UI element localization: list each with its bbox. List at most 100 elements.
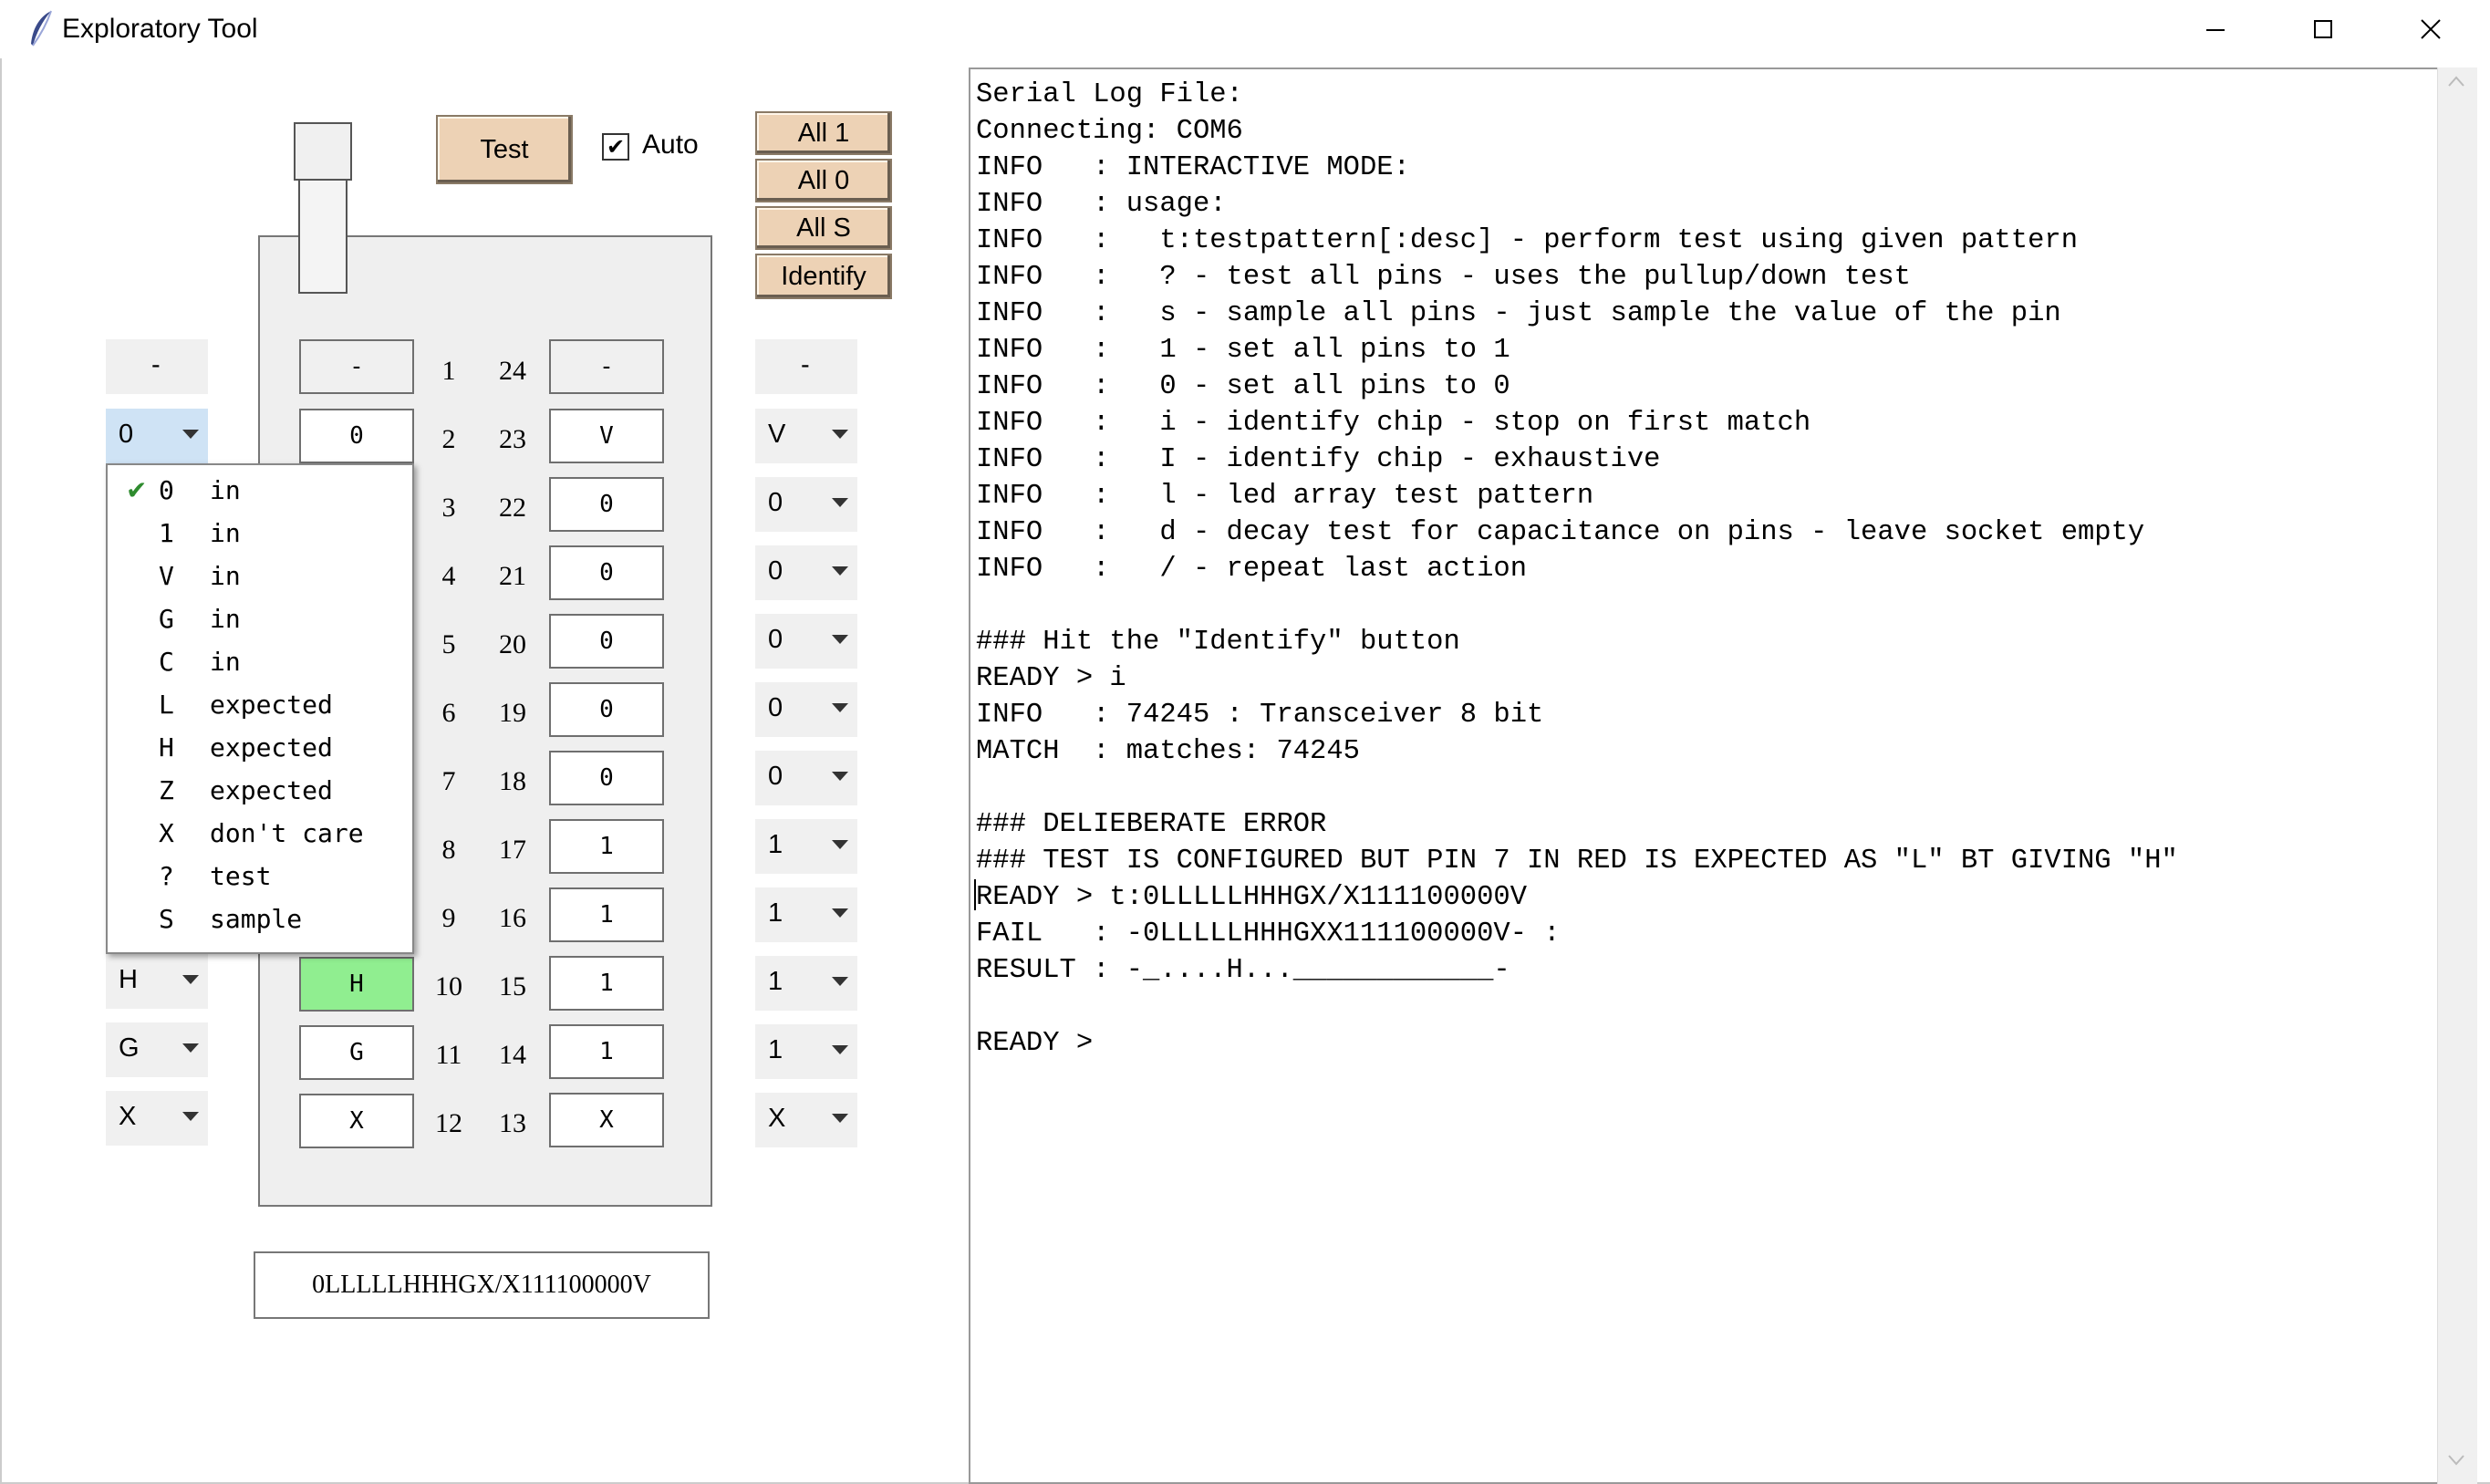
pin-number: 1 (441, 356, 456, 386)
serial-log-content: Serial Log File: Connecting: COM6 INFO :… (976, 79, 2178, 1059)
pin-number: 4 (441, 561, 456, 591)
all-1-button[interactable]: All 1 (755, 111, 892, 155)
menu-item-sample[interactable]: Ssample (108, 898, 412, 941)
pin-number: 10 (435, 971, 462, 1001)
all-0-button[interactable]: All 0 (755, 159, 892, 202)
chevron-down-icon (832, 566, 848, 576)
pin-number: 8 (441, 835, 456, 865)
pin-16-value: 1 (549, 887, 664, 942)
selected-value: X (768, 1104, 786, 1133)
pin-12-mode-select[interactable]: X (106, 1091, 208, 1146)
chevron-down-icon (832, 977, 848, 986)
menu-item-z-expected[interactable]: Zexpected (108, 770, 412, 813)
pin-12-value: X (299, 1094, 414, 1148)
minimize-button[interactable] (2162, 0, 2269, 58)
menu-item-h-expected[interactable]: Hexpected (108, 727, 412, 770)
chevron-down-icon (832, 1114, 848, 1123)
selected-value: G (119, 1033, 140, 1063)
maximize-icon (2314, 20, 2332, 38)
pin-13-value: X (549, 1093, 664, 1147)
pin-number: 15 (499, 971, 526, 1001)
pin-number: 12 (435, 1108, 462, 1138)
feather-icon (31, 10, 52, 47)
chevron-down-icon (182, 430, 199, 439)
selected-value: - (151, 350, 161, 379)
pin-23-mode-select[interactable]: V (755, 409, 857, 463)
selected-value: 1 (768, 898, 783, 928)
pin-21-mode-select[interactable]: 0 (755, 545, 857, 600)
pin-16-mode-select[interactable]: 1 (755, 887, 857, 942)
pin-17-value: 1 (549, 819, 664, 874)
chevron-down-icon (832, 772, 848, 781)
chevron-down-icon (832, 1045, 848, 1054)
pin-number: 19 (499, 698, 526, 728)
log-scrollbar[interactable] (2437, 67, 2477, 1484)
pin-number: 14 (499, 1040, 526, 1070)
pin-1-value: - (299, 339, 414, 394)
menu-item-c-in[interactable]: Cin (108, 641, 412, 684)
auto-checkbox[interactable]: ✔ (602, 133, 629, 161)
selected-value: 0 (119, 420, 134, 449)
pin-23-value: V (549, 409, 664, 463)
pin-1-mode-select[interactable]: - (106, 339, 208, 394)
scroll-up-icon[interactable] (2447, 75, 2465, 88)
menu-item-g-in[interactable]: Gin (108, 598, 412, 641)
pin-18-mode-select[interactable]: 0 (755, 751, 857, 805)
close-button[interactable] (2377, 0, 2485, 58)
scroll-down-icon[interactable] (2447, 1454, 2465, 1467)
pin-10-value: H (299, 957, 414, 1012)
pin-17-mode-select[interactable]: 1 (755, 819, 857, 874)
window-title: Exploratory Tool (62, 14, 258, 44)
pin-13-mode-select[interactable]: X (755, 1093, 857, 1147)
pin-number: 3 (441, 493, 456, 523)
menu-item-v-in[interactable]: Vin (108, 555, 412, 598)
pin-24-mode-select[interactable]: - (755, 339, 857, 394)
selected-value: 1 (768, 830, 783, 859)
pin-number: 17 (499, 835, 526, 865)
test-button[interactable]: Test (436, 115, 573, 184)
pin-14-mode-select[interactable]: 1 (755, 1024, 857, 1079)
selected-value: 0 (768, 762, 783, 791)
pin-mode-popup-menu: ✔ 0 in 1 in Vin Gin Cin Lexpected Hexpected… (106, 463, 414, 954)
pin-11-value: G (299, 1025, 414, 1080)
pin-number: 7 (441, 766, 456, 796)
pin-19-value: 0 (549, 682, 664, 737)
all-s-button[interactable]: All S (755, 206, 892, 250)
menu-item-test[interactable]: ? test (108, 856, 412, 898)
selected-value: 0 (768, 556, 783, 586)
identify-button[interactable]: Identify (755, 254, 892, 299)
pin-11-mode-select[interactable]: G (106, 1022, 208, 1077)
pin-15-mode-select[interactable]: 1 (755, 956, 857, 1011)
selected-value: X (119, 1102, 137, 1131)
pin-number: 23 (499, 424, 526, 454)
socket-lever (298, 179, 348, 294)
menu-item-l-expected[interactable]: Lexpected (108, 684, 412, 727)
test-pattern-field[interactable]: 0LLLLLHHHGX/X111100000V (254, 1251, 710, 1319)
pin-number: 2 (441, 424, 456, 454)
chevron-down-icon (832, 635, 848, 644)
pin-2-value: 0 (299, 409, 414, 463)
chevron-down-icon (182, 1112, 199, 1121)
minimize-icon (2206, 29, 2225, 31)
maximize-button[interactable] (2269, 0, 2377, 58)
pin-20-mode-select[interactable]: 0 (755, 614, 857, 669)
pin-number: 9 (441, 903, 456, 933)
auto-label: Auto (642, 130, 699, 160)
menu-item-0-in[interactable]: ✔ 0 in (108, 470, 412, 513)
selected-value: 1 (768, 1035, 783, 1064)
pin-number: 18 (499, 766, 526, 796)
chevron-down-icon (832, 840, 848, 849)
selected-value: V (768, 420, 786, 449)
pin-22-mode-select[interactable]: 0 (755, 477, 857, 532)
menu-item-1-in[interactable]: 1 in (108, 513, 412, 555)
chevron-down-icon (182, 975, 199, 984)
checkmark-icon: ✔ (126, 475, 148, 505)
serial-log-text[interactable]: Serial Log File: Connecting: COM6 INFO :… (969, 67, 2452, 1484)
pin-number: 6 (441, 698, 456, 728)
pin-10-mode-select[interactable]: H (106, 954, 208, 1009)
pin-18-value: 0 (549, 751, 664, 805)
menu-item-x-dont-care[interactable]: Xdon't care (108, 813, 412, 856)
pin-19-mode-select[interactable]: 0 (755, 682, 857, 737)
pin-2-mode-select[interactable]: 0 (106, 409, 208, 463)
pin-20-value: 0 (549, 614, 664, 669)
